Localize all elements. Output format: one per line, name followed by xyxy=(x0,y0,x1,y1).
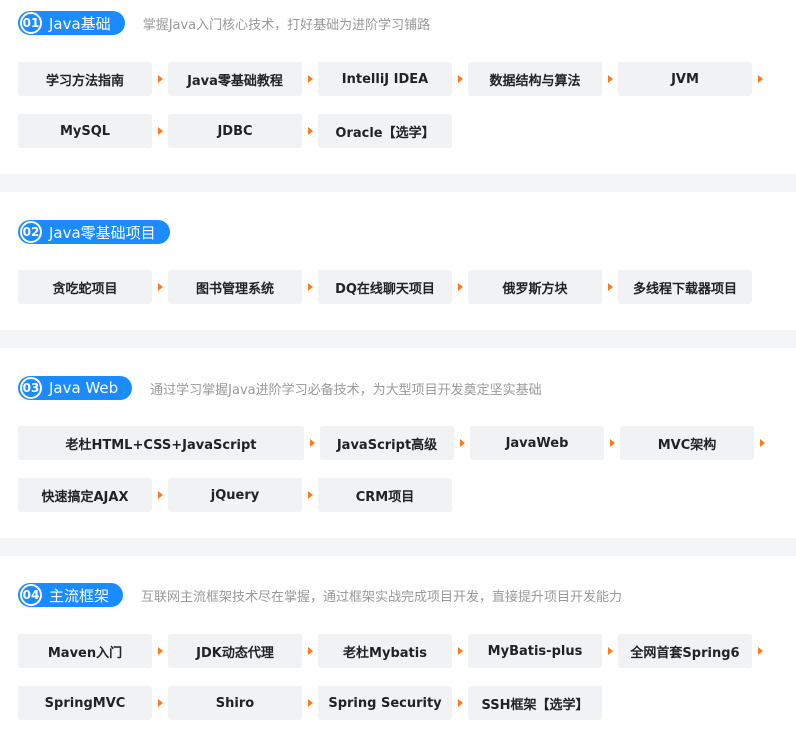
section-number: 01 xyxy=(20,12,42,34)
course-grid: 老杜HTML+CSS+JavaScript JavaScript高级 JavaW… xyxy=(18,426,770,530)
arrow-right-icon xyxy=(152,75,168,83)
course-chip[interactable]: MVC架构 xyxy=(620,426,754,460)
arrow-right-icon xyxy=(152,699,168,707)
course-row: Maven入门 JDK动态代理 老杜Mybatis MyBatis-plus 全… xyxy=(18,634,768,668)
section-description: 通过学习掌握Java进阶学习必备技术，为大型项目开发奠定坚实基础 xyxy=(150,382,542,398)
section-title[interactable]: Java Web xyxy=(49,379,118,397)
course-row: 学习方法指南 Java零基础教程 IntelliJ IDEA 数据结构与算法 J… xyxy=(18,62,768,96)
section-number: 03 xyxy=(20,377,42,399)
section-number: 04 xyxy=(20,584,42,606)
arrow-right-icon xyxy=(302,75,318,83)
course-chip[interactable]: Shiro xyxy=(168,686,302,720)
course-row: 贪吃蛇项目 图书管理系统 DQ在线聊天项目 俄罗斯方块 多线程下载器项目 xyxy=(18,270,752,304)
section-number: 02 xyxy=(20,221,42,243)
course-chip[interactable]: IntelliJ IDEA xyxy=(318,62,452,96)
course-chip[interactable]: Oracle【选学】 xyxy=(318,114,452,148)
section-badge: 02 Java零基础项目 xyxy=(18,220,170,244)
course-chip[interactable]: MyBatis-plus xyxy=(468,634,602,668)
section-description: 掌握Java入门核心技术，打好基础为进阶学习铺路 xyxy=(142,17,431,33)
course-chip[interactable]: JVM xyxy=(618,62,752,96)
course-chip[interactable]: 快速搞定AJAX xyxy=(18,478,152,512)
arrow-right-icon xyxy=(152,647,168,655)
course-chip[interactable]: 俄罗斯方块 xyxy=(468,270,602,304)
arrow-right-icon xyxy=(302,491,318,499)
course-row: MySQL JDBC Oracle【选学】 xyxy=(18,114,768,148)
course-chip[interactable]: jQuery xyxy=(168,478,302,512)
section-description: 互联网主流框架技术尽在掌握，通过框架实战完成项目开发，直接提升项目开发能力 xyxy=(141,589,623,605)
section-main-frameworks: 04 主流框架 互联网主流框架技术尽在掌握，通过框架实战完成项目开发，直接提升项… xyxy=(0,556,796,749)
arrow-right-icon xyxy=(152,127,168,135)
section-badge: 03 Java Web xyxy=(18,376,133,400)
course-chip[interactable]: DQ在线聊天项目 xyxy=(318,270,452,304)
course-chip[interactable]: JDBC xyxy=(168,114,302,148)
course-chip[interactable]: 贪吃蛇项目 xyxy=(18,270,152,304)
section-badge: 01 Java基础 xyxy=(18,11,125,35)
course-row: SpringMVC Shiro Spring Security SSH框架【选学… xyxy=(18,686,768,720)
section-header: 04 主流框架 互联网主流框架技术尽在掌握，通过框架实战完成项目开发，直接提升项… xyxy=(18,583,622,607)
course-chip[interactable]: 图书管理系统 xyxy=(168,270,302,304)
arrow-right-icon xyxy=(452,283,468,291)
arrow-right-icon xyxy=(454,439,470,447)
arrow-right-icon xyxy=(302,699,318,707)
course-chip[interactable]: 学习方法指南 xyxy=(18,62,152,96)
section-java-basics: 01 Java基础 掌握Java入门核心技术，打好基础为进阶学习铺路 学习方法指… xyxy=(0,0,796,174)
section-title[interactable]: Java基础 xyxy=(49,13,111,34)
section-badge: 04 主流框架 xyxy=(18,583,124,607)
course-chip[interactable]: Java零基础教程 xyxy=(168,62,302,96)
course-chip[interactable]: 多线程下载器项目 xyxy=(618,270,752,304)
arrow-right-icon xyxy=(752,647,768,655)
arrow-right-icon xyxy=(752,75,768,83)
section-header: 02 Java零基础项目 xyxy=(18,220,170,244)
arrow-right-icon xyxy=(604,439,620,447)
section-java-zero-projects: 02 Java零基础项目 贪吃蛇项目 图书管理系统 DQ在线聊天项目 俄罗斯方块… xyxy=(0,192,796,330)
arrow-right-icon xyxy=(302,647,318,655)
section-java-web: 03 Java Web 通过学习掌握Java进阶学习必备技术，为大型项目开发奠定… xyxy=(0,348,796,538)
arrow-right-icon xyxy=(152,283,168,291)
section-title[interactable]: Java零基础项目 xyxy=(49,222,156,243)
course-chip[interactable]: Spring Security xyxy=(318,686,452,720)
arrow-right-icon xyxy=(452,647,468,655)
section-header: 03 Java Web 通过学习掌握Java进阶学习必备技术，为大型项目开发奠定… xyxy=(18,376,542,400)
course-chip[interactable]: Maven入门 xyxy=(18,634,152,668)
arrow-right-icon xyxy=(152,491,168,499)
arrow-right-icon xyxy=(452,75,468,83)
course-chip[interactable]: 老杜Mybatis xyxy=(318,634,452,668)
arrow-right-icon xyxy=(602,75,618,83)
arrow-right-icon xyxy=(302,283,318,291)
arrow-right-icon xyxy=(302,127,318,135)
course-row: 老杜HTML+CSS+JavaScript JavaScript高级 JavaW… xyxy=(18,426,770,460)
course-chip[interactable]: JavaWeb xyxy=(470,426,604,460)
arrow-right-icon xyxy=(304,439,320,447)
course-chip[interactable]: 数据结构与算法 xyxy=(468,62,602,96)
arrow-right-icon xyxy=(602,647,618,655)
course-chip[interactable]: 老杜HTML+CSS+JavaScript xyxy=(18,426,304,460)
course-grid: 学习方法指南 Java零基础教程 IntelliJ IDEA 数据结构与算法 J… xyxy=(18,62,768,166)
course-chip[interactable]: SpringMVC xyxy=(18,686,152,720)
course-grid: 贪吃蛇项目 图书管理系统 DQ在线聊天项目 俄罗斯方块 多线程下载器项目 xyxy=(18,270,752,322)
section-title[interactable]: 主流框架 xyxy=(49,585,109,606)
course-row: 快速搞定AJAX jQuery CRM项目 xyxy=(18,478,770,512)
section-header: 01 Java基础 掌握Java入门核心技术，打好基础为进阶学习铺路 xyxy=(18,11,430,35)
course-chip[interactable]: SSH框架【选学】 xyxy=(468,686,602,720)
course-chip[interactable]: MySQL xyxy=(18,114,152,148)
course-grid: Maven入门 JDK动态代理 老杜Mybatis MyBatis-plus 全… xyxy=(18,634,768,738)
course-chip[interactable]: JavaScript高级 xyxy=(320,426,454,460)
course-chip[interactable]: JDK动态代理 xyxy=(168,634,302,668)
arrow-right-icon xyxy=(452,699,468,707)
arrow-right-icon xyxy=(754,439,770,447)
arrow-right-icon xyxy=(602,283,618,291)
course-chip[interactable]: 全网首套Spring6 xyxy=(618,634,752,668)
course-chip[interactable]: CRM项目 xyxy=(318,478,452,512)
